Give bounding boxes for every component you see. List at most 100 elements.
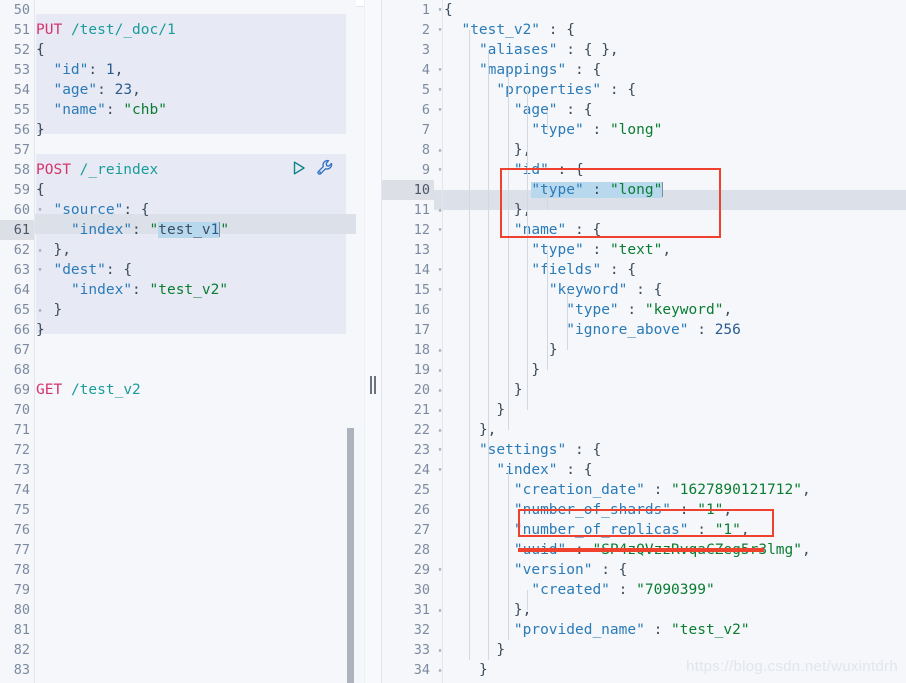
code-line[interactable] — [36, 560, 356, 580]
code-line[interactable] — [36, 480, 356, 500]
code-line[interactable]: "keyword" : { — [444, 280, 906, 300]
code-line[interactable]: "creation_date" : "1627890121712", — [444, 480, 906, 500]
line-number[interactable]: 29 ▾ — [382, 560, 443, 580]
line-number[interactable]: 61 — [0, 220, 34, 240]
code-line[interactable]: }, — [444, 420, 906, 440]
line-number[interactable]: 60 ▾ — [0, 200, 43, 220]
pane-splitter[interactable] — [364, 0, 382, 683]
line-number[interactable]: 33 ▴ — [382, 640, 443, 660]
splitter-grip-icon[interactable] — [369, 376, 377, 394]
line-number[interactable]: 8 ▴ — [382, 140, 443, 160]
line-number[interactable]: 55 — [0, 100, 34, 120]
code-line[interactable] — [36, 140, 356, 160]
line-number[interactable]: 5 ▾ — [382, 80, 443, 100]
line-number[interactable]: 76 — [0, 520, 34, 540]
line-number[interactable]: 15 ▾ — [382, 280, 443, 300]
line-number[interactable]: 64 — [0, 280, 34, 300]
line-number[interactable]: 81 — [0, 620, 34, 640]
line-number[interactable]: 50 — [0, 0, 34, 20]
code-line[interactable]: }, — [36, 240, 356, 260]
code-line[interactable]: "type" : "long" — [444, 120, 906, 140]
line-number[interactable]: 26 — [382, 500, 434, 520]
line-number[interactable]: 82 — [0, 640, 34, 660]
line-number[interactable]: 72 — [0, 440, 34, 460]
line-number[interactable]: 17 — [382, 320, 434, 340]
line-number[interactable]: 65 ▴ — [0, 300, 43, 320]
code-line[interactable] — [36, 620, 356, 640]
response-code[interactable]: { "test_v2" : { "aliases" : { }, "mappin… — [444, 0, 906, 683]
code-line[interactable]: } — [444, 640, 906, 660]
line-number[interactable]: 21 ▴ — [382, 400, 443, 420]
code-line[interactable]: } — [444, 400, 906, 420]
line-number[interactable]: 67 — [0, 340, 34, 360]
request-gutter[interactable]: 50 51 52 ▾ 53 54 55 56 ▴ 57 58 59 ▾ 60 ▾ 61 62 ▴ 63 ▾ 64 65 ▴ 6… — [0, 0, 43, 683]
line-number[interactable]: 63 ▾ — [0, 260, 43, 280]
line-number[interactable]: 11 ▴ — [382, 200, 443, 220]
line-number[interactable]: 73 — [0, 460, 34, 480]
line-number[interactable]: 25 — [382, 480, 434, 500]
code-line[interactable] — [36, 360, 356, 380]
code-line[interactable]: "fields" : { — [444, 260, 906, 280]
code-line[interactable]: "name" : { — [444, 220, 906, 240]
line-number[interactable]: 83 — [0, 660, 34, 680]
code-line[interactable]: "aliases" : { }, — [444, 40, 906, 60]
response-gutter[interactable]: 1 ▾ 2 ▾ 3 4 ▾ 5 ▾ 6 ▾ 7 8 ▴ 9 ▾ 10 11 ▴ 12 ▾ 13 14 ▾ 15 ▾ 16 17 18 ▴ 1… — [382, 0, 443, 683]
line-number[interactable]: 31 ▴ — [382, 600, 443, 620]
code-line[interactable]: "number_of_replicas" : "1", — [444, 520, 906, 540]
code-line[interactable]: } — [444, 340, 906, 360]
code-line[interactable]: } — [36, 320, 356, 340]
code-line[interactable]: "type" : "keyword", — [444, 300, 906, 320]
code-line[interactable] — [36, 540, 356, 560]
line-number[interactable]: 7 — [382, 120, 434, 140]
line-number[interactable]: 28 — [382, 540, 434, 560]
code-line[interactable] — [36, 340, 356, 360]
code-line[interactable]: "type" : "long" — [444, 180, 906, 200]
line-number[interactable]: 32 — [382, 620, 434, 640]
line-number[interactable]: 19 ▴ — [382, 360, 443, 380]
line-number[interactable]: 74 — [0, 480, 34, 500]
line-number[interactable]: 14 ▾ — [382, 260, 443, 280]
code-line[interactable]: } — [444, 360, 906, 380]
code-line[interactable]: "ignore_above" : 256 — [444, 320, 906, 340]
code-line[interactable]: } — [444, 380, 906, 400]
code-line[interactable] — [36, 600, 356, 620]
code-line[interactable]: PUT /test/_doc/1 — [36, 20, 356, 40]
code-line[interactable]: } — [36, 300, 356, 320]
code-line[interactable] — [36, 640, 356, 660]
code-line[interactable]: "age": 23, — [36, 80, 356, 100]
line-number[interactable]: 66 ▴ — [0, 320, 43, 340]
line-number[interactable]: 9 ▾ — [382, 160, 443, 180]
code-line[interactable]: "uuid" : "SP4zQVzzRvqaCZeg5r3lmg", — [444, 540, 906, 560]
line-number[interactable]: 53 — [0, 60, 34, 80]
line-number[interactable]: 57 — [0, 140, 34, 160]
line-number[interactable]: 22 ▴ — [382, 420, 443, 440]
response-viewer-pane[interactable]: 1 ▾ 2 ▾ 3 4 ▾ 5 ▾ 6 ▾ 7 8 ▴ 9 ▾ 10 11 ▴ 12 ▾ 13 14 ▾ 15 ▾ 16 17 18 ▴ 1… — [382, 0, 906, 683]
line-number[interactable]: 30 — [382, 580, 434, 600]
line-number[interactable]: 59 ▾ — [0, 180, 43, 200]
line-number[interactable]: 1 ▾ — [382, 0, 443, 20]
code-line[interactable]: }, — [444, 140, 906, 160]
line-number[interactable]: 70 — [0, 400, 34, 420]
code-line[interactable]: { — [36, 180, 356, 200]
line-number[interactable]: 80 — [0, 600, 34, 620]
line-number[interactable]: 2 ▾ — [382, 20, 443, 40]
line-number[interactable]: 62 ▴ — [0, 240, 43, 260]
line-number[interactable]: 52 ▾ — [0, 40, 43, 60]
code-line[interactable]: "settings" : { — [444, 440, 906, 460]
code-line[interactable]: } — [36, 120, 356, 140]
line-number[interactable]: 12 ▾ — [382, 220, 443, 240]
line-number[interactable]: 54 — [0, 80, 34, 100]
line-number[interactable]: 27 — [382, 520, 434, 540]
code-line[interactable]: "test_v2" : { — [444, 20, 906, 40]
line-number[interactable]: 56 ▴ — [0, 120, 43, 140]
code-line[interactable]: "dest": { — [36, 260, 356, 280]
code-line[interactable] — [36, 520, 356, 540]
code-line[interactable]: "source": { — [36, 200, 356, 220]
line-number[interactable]: 68 — [0, 360, 34, 380]
line-number[interactable]: 3 — [382, 40, 434, 60]
code-line[interactable]: }, — [444, 200, 906, 220]
code-line[interactable]: "index": "test_v1" — [36, 220, 356, 240]
code-line[interactable]: "provided_name" : "test_v2" — [444, 620, 906, 640]
code-line[interactable]: "number_of_shards" : "1", — [444, 500, 906, 520]
code-line[interactable]: "name": "chb" — [36, 100, 356, 120]
